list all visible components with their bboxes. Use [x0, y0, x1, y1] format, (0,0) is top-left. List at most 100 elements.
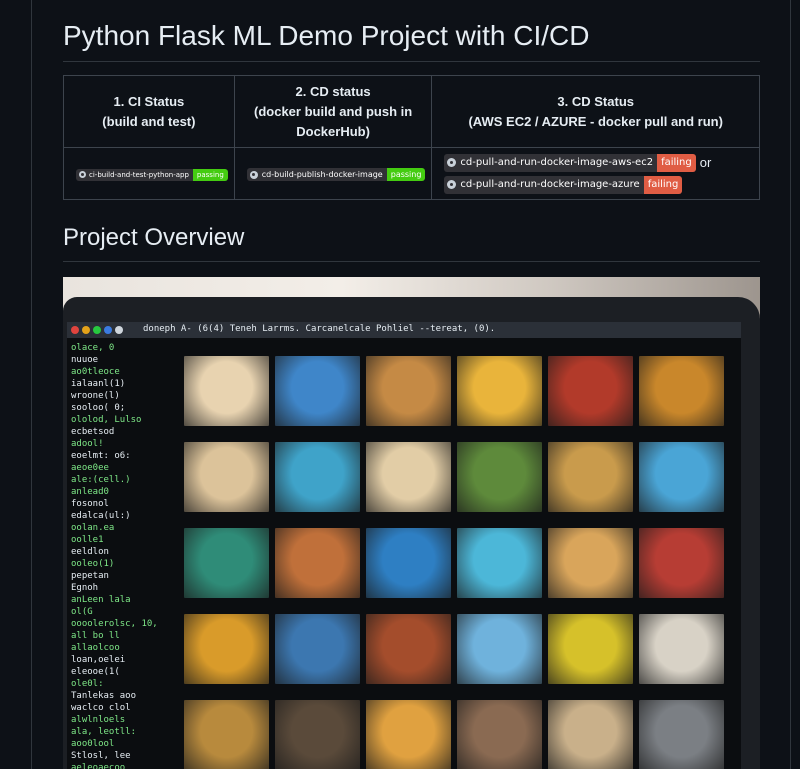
window-dot-icon: [82, 326, 90, 334]
code-line: aeleoaecoo: [71, 763, 126, 769]
code-line: Stlosl, lee: [71, 751, 131, 761]
ci-build-badge[interactable]: ci-build-and-test-python-app passing: [76, 168, 228, 181]
code-line: eeldlon: [71, 547, 109, 557]
cd-aws-badge[interactable]: cd-pull-and-run-docker-image-aws-ec2 fai…: [444, 153, 696, 172]
grid-image-tile: [457, 614, 542, 684]
code-line: ecbetsod: [71, 427, 115, 437]
cd-azure-badge-status: failing: [643, 175, 683, 194]
cd-azure-badge[interactable]: cd-pull-and-run-docker-image-azure faili…: [444, 175, 683, 194]
section-title: Project Overview: [63, 222, 760, 262]
laptop-screen: doneph A- (6(4) Teneh Larrms. Carcanelca…: [67, 322, 741, 769]
grid-image-tile: [184, 614, 269, 684]
cd-azure-row: cd-pull-and-run-docker-image-azure faili…: [444, 174, 753, 196]
code-line: alwlnloels: [71, 715, 126, 725]
grid-image-tile: [548, 614, 633, 684]
code-line: allaolcoo: [71, 643, 120, 653]
cd-build-badge-status: passing: [386, 168, 426, 182]
grid-image-tile: [275, 356, 360, 426]
grid-image-tile: [639, 614, 724, 684]
grid-image-tile: [366, 700, 451, 769]
code-line: loan,oelei: [71, 655, 126, 665]
header-ci-subtitle: (build and test): [102, 113, 196, 129]
code-line: oolle1: [71, 535, 104, 545]
status-table-header-row: 1. CI Status (build and test) 2. CD stat…: [63, 75, 760, 148]
cd-aws-badge-label-wrap: cd-pull-and-run-docker-image-aws-ec2: [444, 153, 658, 172]
grid-image-tile: [184, 356, 269, 426]
code-line: oolan.ea: [71, 523, 115, 533]
grid-image-tile: [184, 442, 269, 512]
grid-image-tile: [366, 528, 451, 598]
grid-image-tile: [275, 700, 360, 769]
code-line: all bo ll: [71, 631, 120, 641]
cd-build-badge-cell: cd-build-publish-docker-image passing: [233, 147, 433, 200]
grid-image-tile: [639, 356, 724, 426]
grid-image-tile: [457, 356, 542, 426]
github-icon: [447, 180, 457, 189]
grid-image-tile: [639, 700, 724, 769]
code-line: ao0tleoce: [71, 367, 120, 377]
code-line: ialaanl(1): [71, 379, 126, 389]
grid-image-tile: [184, 700, 269, 769]
code-line: ol(G: [71, 607, 93, 617]
code-line: Egnoh: [71, 583, 99, 593]
ci-badge-label: ci-build-and-test-python-app: [89, 170, 189, 179]
ci-badge-label-wrap: ci-build-and-test-python-app: [76, 168, 193, 181]
window-dot-icon: [115, 326, 123, 334]
project-overview-image: doneph A- (6(4) Teneh Larrms. Carcanelca…: [63, 277, 760, 769]
code-line: eleooe(1(: [71, 667, 120, 677]
grid-image-tile: [548, 700, 633, 769]
header-cd-deploy-title: 3. CD Status: [557, 93, 634, 109]
grid-image-tile: [457, 700, 542, 769]
grid-image-tile: [548, 356, 633, 426]
left-border: [31, 0, 32, 769]
header-cd-deploy-status: 3. CD Status (AWS EC2 / AZURE - docker p…: [431, 75, 760, 148]
code-line: aeoe0ee: [71, 463, 109, 473]
cd-azure-badge-label-wrap: cd-pull-and-run-docker-image-azure: [444, 175, 644, 194]
code-line: anlead0: [71, 487, 109, 497]
grid-image-tile: [457, 528, 542, 598]
grid-image-tile: [639, 528, 724, 598]
code-line: sooloo( 0;: [71, 403, 126, 413]
header-cd-deploy-subtitle: (AWS EC2 / AZURE - docker pull and run): [468, 113, 723, 129]
header-ci-title: 1. CI Status: [113, 93, 185, 109]
right-border: [790, 0, 791, 769]
header-cd-build-status: 2. CD status (docker build and push in D…: [233, 75, 433, 148]
screen-topbar-text: doneph A- (6(4) Teneh Larrms. Carcanelca…: [143, 324, 496, 334]
grid-image-tile: [275, 442, 360, 512]
cd-aws-badge-label: cd-pull-and-run-docker-image-aws-ec2: [460, 157, 654, 168]
image-grid: [181, 342, 741, 769]
code-line: eoelmt: o6:: [71, 451, 131, 461]
cd-build-badge-label: cd-build-publish-docker-image: [261, 170, 383, 180]
code-line: pepetan: [71, 571, 109, 581]
header-cd-build-subtitle: (docker build and push in: [254, 103, 413, 119]
code-line: Tanlekas aoo: [71, 691, 137, 701]
grid-image-tile: [184, 528, 269, 598]
code-line: edalca(ul:): [71, 511, 131, 521]
code-line: waclco clol: [71, 703, 131, 713]
code-line: ale:(cell.): [71, 475, 131, 485]
header-cd-build-subtitle-2: DockerHub): [296, 123, 370, 139]
grid-image-tile: [275, 528, 360, 598]
status-table-badge-row: ci-build-and-test-python-app passing cd-…: [63, 147, 760, 200]
code-line: wroone(l): [71, 391, 120, 401]
grid-image-tile: [366, 356, 451, 426]
cd-build-badge[interactable]: cd-build-publish-docker-image passing: [246, 168, 426, 182]
cd-build-badge-label-wrap: cd-build-publish-docker-image: [246, 168, 387, 182]
window-dot-icon: [93, 326, 101, 334]
code-line: ooleo(1): [71, 559, 115, 569]
github-icon: [447, 158, 457, 167]
code-line: ala, leotll:: [71, 727, 137, 737]
code-line: nuuoe: [71, 355, 99, 365]
code-line: ole0l:: [71, 679, 104, 689]
code-line: aoo0lool: [71, 739, 115, 749]
github-icon: [79, 171, 86, 179]
status-table: 1. CI Status (build and test) 2. CD stat…: [63, 75, 760, 200]
cd-aws-badge-status: failing: [657, 153, 696, 172]
ci-badge-cell: ci-build-and-test-python-app passing: [63, 147, 235, 200]
code-line: anLeen lala: [71, 595, 131, 605]
or-text: or: [699, 155, 712, 170]
grid-image-tile: [457, 442, 542, 512]
cd-deploy-badge-cell: cd-pull-and-run-docker-image-aws-ec2 fai…: [431, 147, 760, 200]
grid-image-tile: [366, 442, 451, 512]
code-line: oooolerolsc, 10,: [71, 619, 158, 629]
